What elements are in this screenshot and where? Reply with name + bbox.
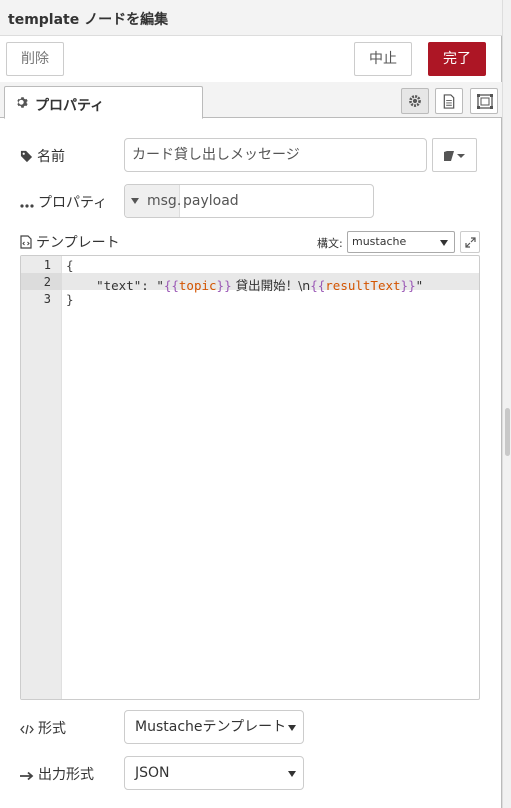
editor-gutter bbox=[21, 256, 62, 699]
mustache-open: {{ bbox=[163, 278, 179, 293]
code-line-3[interactable]: } bbox=[66, 292, 74, 307]
gear-icon bbox=[16, 96, 29, 113]
code-quote: " bbox=[415, 278, 424, 293]
format-label-text: 形式 bbox=[38, 721, 66, 737]
mustache-var-topic: topic bbox=[178, 278, 217, 293]
chevron-down-icon bbox=[288, 725, 296, 731]
mustache-close: }} bbox=[400, 278, 416, 293]
property-label-text: プロパティ bbox=[38, 195, 108, 211]
appearance-tab-button[interactable] bbox=[470, 88, 498, 114]
done-button[interactable]: 完了 bbox=[428, 42, 486, 76]
template-code-editor[interactable]: 1 2 3 { "text": "{{topic}} 貸出開始！\n{{resu… bbox=[20, 255, 480, 700]
output-select-value: JSON bbox=[135, 765, 170, 781]
scrollbar-thumb[interactable] bbox=[505, 408, 510, 456]
tray-title: template ノードを編集 bbox=[8, 12, 169, 28]
property-type-prefix: msg. bbox=[147, 193, 182, 209]
tag-icon bbox=[20, 150, 33, 163]
syntax-select[interactable]: mustache bbox=[347, 231, 455, 253]
template-label-text: テンプレート bbox=[36, 235, 120, 251]
name-label: 名前 bbox=[20, 146, 65, 166]
expand-icon bbox=[465, 237, 476, 248]
ellipsis-icon bbox=[20, 204, 34, 208]
chevron-down-icon bbox=[288, 771, 296, 777]
format-select-value: Mustacheテンプレート bbox=[135, 719, 287, 735]
arrow-right-icon bbox=[20, 771, 34, 781]
icon-picker-button[interactable] bbox=[432, 138, 477, 172]
line-number: 1 bbox=[43, 258, 51, 272]
format-select[interactable]: Mustacheテンプレート bbox=[124, 710, 304, 744]
expand-editor-button[interactable] bbox=[460, 231, 480, 253]
output-label: 出力形式 bbox=[20, 764, 94, 784]
caret-down-icon bbox=[131, 198, 139, 204]
tab-properties-label: プロパティ bbox=[35, 98, 105, 114]
book-icon bbox=[444, 151, 465, 161]
code-brace: { bbox=[66, 258, 74, 273]
delete-button[interactable]: 削除 bbox=[6, 42, 64, 76]
name-input[interactable]: カード貸し出しメッセージ bbox=[124, 138, 427, 172]
line-number: 2 bbox=[43, 275, 51, 289]
gear-icon bbox=[409, 95, 421, 107]
template-label: テンプレート bbox=[20, 232, 120, 252]
code-line-1[interactable]: { bbox=[66, 258, 74, 273]
property-label: プロパティ bbox=[20, 192, 107, 212]
tab-properties[interactable]: プロパティ bbox=[4, 86, 203, 119]
tray-header: template ノードを編集 bbox=[0, 0, 502, 36]
syntax-select-value: mustache bbox=[352, 235, 407, 248]
code-key: "text" bbox=[96, 278, 142, 293]
format-label: 形式 bbox=[20, 718, 66, 738]
code-line-2[interactable]: "text": "{{topic}} 貸出開始！\n{{resultText}}… bbox=[66, 275, 423, 294]
scrollbar[interactable] bbox=[502, 0, 511, 808]
property-value[interactable]: payload bbox=[183, 193, 239, 209]
file-text-icon bbox=[443, 94, 455, 109]
description-tab-button[interactable] bbox=[435, 88, 463, 114]
file-code-icon bbox=[20, 235, 32, 249]
object-ungroup-icon bbox=[477, 94, 493, 109]
line-number: 3 bbox=[43, 292, 51, 306]
syntax-label: 構文: bbox=[317, 237, 343, 250]
output-select[interactable]: JSON bbox=[124, 756, 304, 790]
code-icon bbox=[20, 724, 34, 735]
code-colon: : " bbox=[141, 278, 164, 293]
code-text: 貸出開始！\n bbox=[231, 278, 311, 293]
code-brace: } bbox=[66, 292, 74, 307]
mustache-close: }} bbox=[216, 278, 232, 293]
property-typed-input[interactable]: msg. payload bbox=[124, 184, 374, 218]
name-label-text: 名前 bbox=[37, 149, 65, 165]
property-type-select[interactable]: msg. bbox=[125, 185, 182, 217]
mustache-var-resulttext: resultText bbox=[325, 278, 401, 293]
output-label-text: 出力形式 bbox=[38, 767, 94, 783]
edit-tray: template ノードを編集 削除 中止 完了 プロパティ 名前 カード貸し出… bbox=[0, 0, 502, 808]
cancel-button[interactable]: 中止 bbox=[354, 42, 412, 76]
settings-tab-button[interactable] bbox=[401, 88, 429, 114]
chevron-down-icon bbox=[440, 240, 448, 246]
mustache-open: {{ bbox=[310, 278, 326, 293]
